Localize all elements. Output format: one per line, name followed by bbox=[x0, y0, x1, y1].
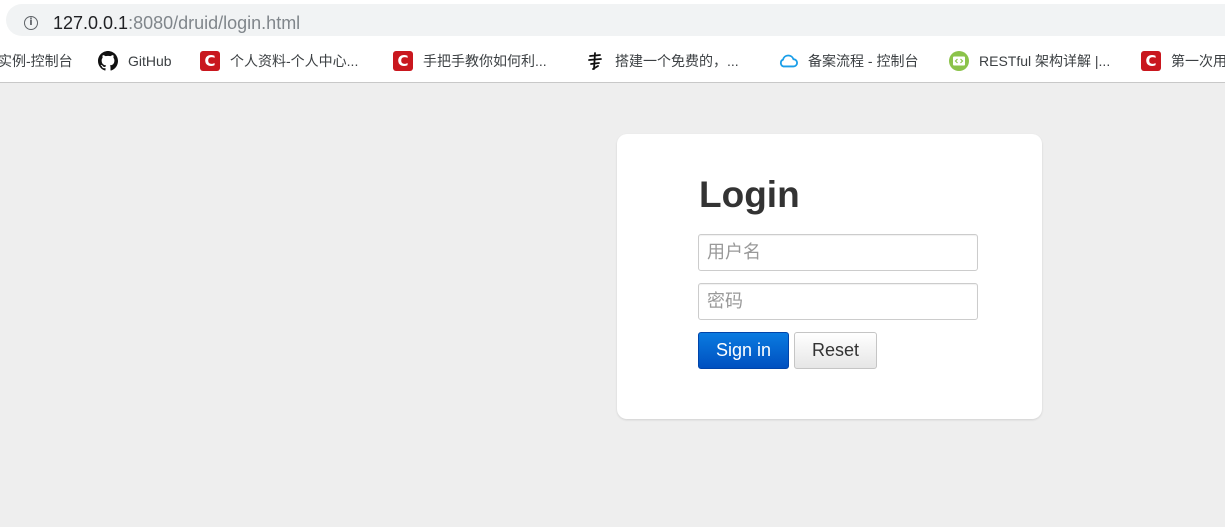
reset-button[interactable]: Reset bbox=[794, 332, 877, 369]
github-icon bbox=[98, 51, 118, 71]
page-body: Login Sign in Reset bbox=[0, 83, 1225, 527]
bookmark-label: RESTful 架构详解 |... bbox=[979, 53, 1111, 69]
bookmark-label: 手把手教你如何利... bbox=[423, 53, 547, 69]
bookmark-github[interactable]: GitHub bbox=[98, 40, 172, 82]
bookmark-label: 实例-控制台 bbox=[0, 53, 73, 69]
url-host: 127.0.0.1 bbox=[53, 13, 129, 33]
bookmark-instance-console[interactable]: 实例-控制台 bbox=[0, 40, 73, 82]
url-field[interactable]: i 127.0.0.1:8080/druid/login.html bbox=[6, 4, 1225, 36]
shu-icon bbox=[585, 51, 605, 71]
bookmark-build-free[interactable]: 搭建一个免费的，... bbox=[585, 40, 739, 82]
bookmark-label: 个人资料-个人中心... bbox=[230, 53, 359, 69]
code-icon bbox=[949, 51, 969, 71]
url-path: :8080/druid/login.html bbox=[128, 13, 301, 33]
url-text[interactable]: 127.0.0.1:8080/druid/login.html bbox=[53, 13, 300, 34]
bookmark-restful[interactable]: RESTful 架构详解 |... bbox=[949, 40, 1110, 82]
bookmark-filing-process[interactable]: 备案流程 - 控制台 bbox=[778, 40, 918, 82]
csdn-icon: C bbox=[393, 51, 413, 71]
username-input[interactable] bbox=[698, 234, 978, 271]
info-icon[interactable]: i bbox=[24, 16, 38, 30]
password-input[interactable] bbox=[698, 283, 978, 320]
login-title: Login bbox=[699, 174, 800, 215]
bookmark-label: GitHub bbox=[128, 53, 172, 69]
bookmark-csdn-profile[interactable]: C 个人资料-个人中心... bbox=[200, 40, 358, 82]
bookmark-label: 搭建一个免费的，... bbox=[615, 53, 739, 69]
bookmark-csdn-tutorial[interactable]: C 手把手教你如何利... bbox=[393, 40, 547, 82]
address-bar: i 127.0.0.1:8080/druid/login.html bbox=[0, 0, 1225, 40]
csdn-icon: C bbox=[1141, 51, 1161, 71]
cloud-icon bbox=[778, 51, 798, 71]
csdn-icon: C bbox=[200, 51, 220, 71]
signin-button[interactable]: Sign in bbox=[698, 332, 789, 369]
bookmark-label: 第一次用 bbox=[1171, 53, 1225, 69]
bookmark-first-time[interactable]: C 第一次用 bbox=[1141, 40, 1225, 82]
login-card: Login Sign in Reset bbox=[617, 134, 1042, 419]
bookmark-label: 备案流程 - 控制台 bbox=[808, 53, 919, 69]
bookmarks-bar: 实例-控制台 GitHub C 个人资料-个人中心... C 手把手教你如何利.… bbox=[0, 40, 1225, 83]
